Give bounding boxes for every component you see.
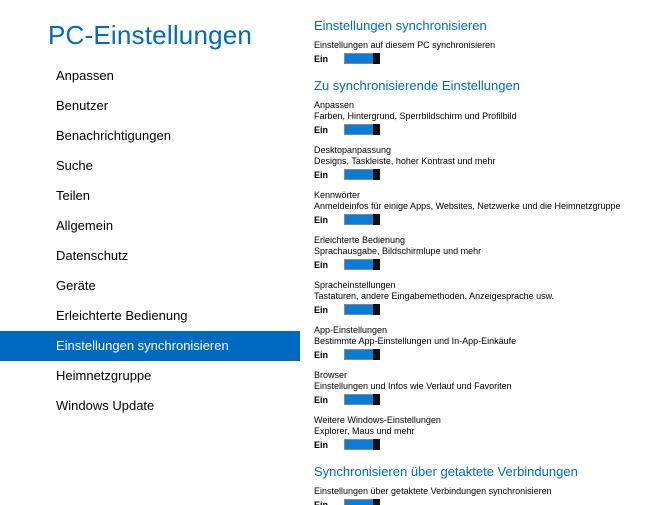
setting-desc: Einstellungen und Infos wie Verlauf und … [314,381,640,392]
setting-desc: Einstellungen auf diesem PC synchronisie… [314,39,640,51]
toggle-row: Ein [314,349,640,360]
section-header: Einstellungen synchronisieren [314,18,640,33]
setting-desc: Farben, Hintergrund, Sperrbildschirm und… [314,111,640,122]
setting: Erleichterte BedienungSprachausgabe, Bil… [314,234,640,270]
content-pane: Einstellungen synchronisieren Einstellung… [300,0,650,505]
sidebar-item[interactable]: Einstellungen synchronisieren [0,331,300,361]
sidebar-nav: AnpassenBenutzerBenachrichtigungenSucheT… [0,61,300,421]
toggle-state-label: Ein [314,440,344,450]
toggle-row: Ein [314,169,640,180]
toggle-row: Ein [314,499,640,505]
toggle-switch[interactable] [344,439,380,450]
toggle-knob [373,214,380,225]
setting: KennwörterAnmeldeinfos für einige Apps, … [314,189,640,225]
toggle-switch[interactable] [344,259,380,270]
toggle-knob [373,53,380,64]
section-header: Zu synchronisierende Einstellungen [314,78,640,93]
toggle-switch[interactable] [344,349,380,360]
toggle-switch[interactable] [344,499,380,505]
toggle-state-label: Ein [314,125,344,135]
sidebar-item[interactable]: Suche [0,151,300,181]
toggle-state-label: Ein [314,54,344,64]
toggle-row: Ein [314,439,640,450]
toggle-state-label: Ein [314,350,344,360]
setting-desc: Einstellungen über getaktete Verbindunge… [314,485,640,497]
setting-title: Browser [314,369,640,381]
toggle-knob [373,169,380,180]
toggle-row: Ein [314,259,640,270]
toggle-state-label: Ein [314,500,344,505]
toggle-state-label: Ein [314,170,344,180]
setting-desc: Tastaturen, andere Eingabemethoden, Anze… [314,291,640,302]
toggle-switch[interactable] [344,394,380,405]
sidebar-item[interactable]: Anpassen [0,61,300,91]
setting-title: Erleichterte Bedienung [314,234,640,246]
setting-title: Kennwörter [314,189,640,201]
sidebar-item[interactable]: Teilen [0,181,300,211]
sidebar-title: PC-Einstellungen [0,20,300,61]
setting: Einstellungen auf diesem PC synchronisie… [314,39,640,64]
toggle-switch[interactable] [344,169,380,180]
setting-desc: Anmeldeinfos für einige Apps, Websites, … [314,201,640,212]
setting: AnpassenFarben, Hintergrund, Sperrbildsc… [314,99,640,135]
toggle-row: Ein [314,304,640,315]
toggle-row: Ein [314,394,640,405]
toggle-state-label: Ein [314,305,344,315]
toggle-row: Ein [314,53,640,64]
toggle-knob [373,259,380,270]
sidebar-item[interactable]: Erleichterte Bedienung [0,301,300,331]
setting: Weitere Windows-EinstellungenExplorer, M… [314,414,640,450]
sidebar-item[interactable]: Heimnetzgruppe [0,361,300,391]
toggle-state-label: Ein [314,260,344,270]
toggle-row: Ein [314,124,640,135]
setting: SpracheinstellungenTastaturen, andere Ei… [314,279,640,315]
sidebar: PC-Einstellungen AnpassenBenutzerBenachr… [0,0,300,505]
toggle-knob [373,124,380,135]
setting-title: Desktopanpassung [314,144,640,156]
setting: Einstellungen über getaktete Verbindunge… [314,485,640,505]
setting-desc: Bestimmte App-Einstellungen und In-App-E… [314,336,640,347]
section-header: Synchronisieren über getaktete Verbindun… [314,464,640,479]
toggle-knob [373,394,380,405]
setting-title: Anpassen [314,99,640,111]
sidebar-item[interactable]: Allgemein [0,211,300,241]
sidebar-item[interactable]: Geräte [0,271,300,301]
toggle-row: Ein [314,214,640,225]
setting-title: Spracheinstellungen [314,279,640,291]
toggle-knob [373,304,380,315]
setting-desc: Designs, Taskleiste, hoher Kontrast und … [314,156,640,167]
sidebar-item[interactable]: Benutzer [0,91,300,121]
setting-title: App-Einstellungen [314,324,640,336]
setting: App-EinstellungenBestimmte App-Einstellu… [314,324,640,360]
setting-desc: Sprachausgabe, Bildschirmlupe und mehr [314,246,640,257]
toggle-state-label: Ein [314,215,344,225]
toggle-knob [373,499,380,505]
sidebar-item[interactable]: Benachrichtigungen [0,121,300,151]
setting: BrowserEinstellungen und Infos wie Verla… [314,369,640,405]
sidebar-item[interactable]: Datenschutz [0,241,300,271]
setting: DesktopanpassungDesigns, Taskleiste, hoh… [314,144,640,180]
toggle-knob [373,349,380,360]
toggle-state-label: Ein [314,395,344,405]
app-root: PC-Einstellungen AnpassenBenutzerBenachr… [0,0,650,505]
toggle-switch[interactable] [344,53,380,64]
setting-desc: Explorer, Maus und mehr [314,426,640,437]
toggle-switch[interactable] [344,304,380,315]
setting-title: Weitere Windows-Einstellungen [314,414,640,426]
toggle-knob [373,439,380,450]
sidebar-item[interactable]: Windows Update [0,391,300,421]
toggle-switch[interactable] [344,124,380,135]
toggle-switch[interactable] [344,214,380,225]
